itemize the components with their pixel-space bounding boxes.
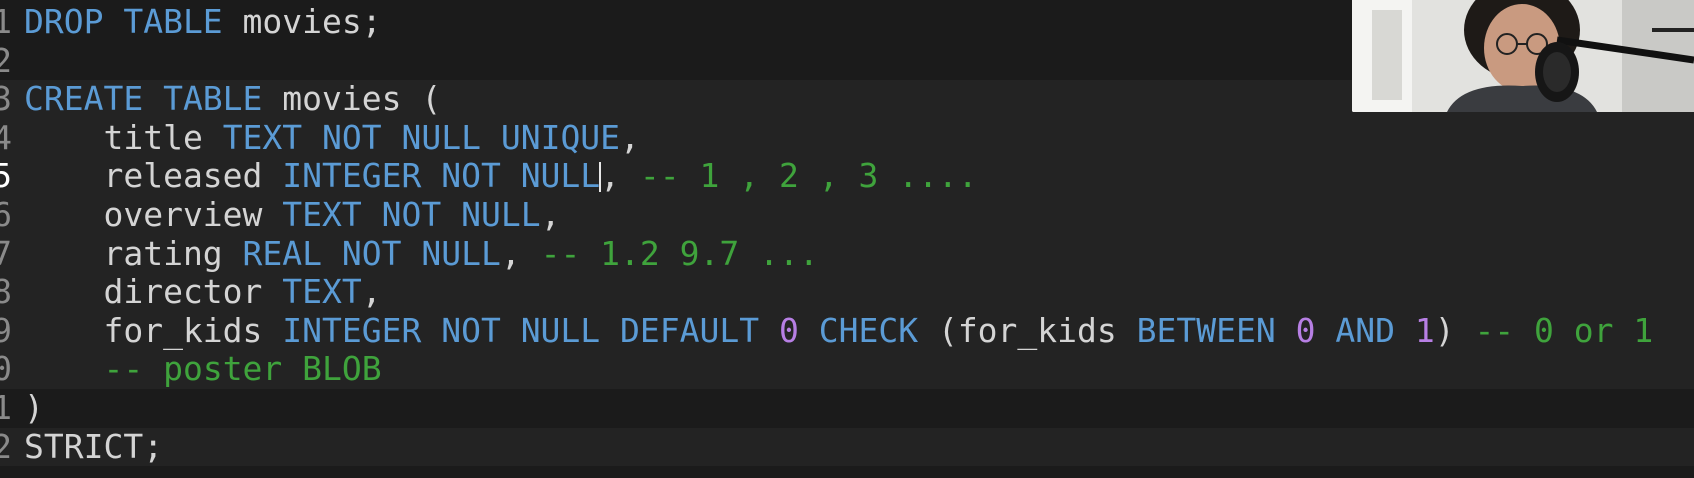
line-number: 5 xyxy=(0,156,12,196)
line-number: 7 xyxy=(0,233,12,273)
code-line[interactable]: 4 title TEXT NOT NULL UNIQUE, xyxy=(0,117,1694,158)
sql-text: overview xyxy=(24,195,283,234)
code-text: DROP TABLE movies; xyxy=(24,2,382,42)
sql-keyword: INTEGER NOT NULL DEFAULT xyxy=(282,310,760,350)
sql-text: director xyxy=(24,272,283,312)
code-line[interactable]: 1) xyxy=(0,388,1694,428)
line-number: 2 xyxy=(0,40,12,80)
code-text: -- poster BLOB xyxy=(24,349,382,389)
sql-keyword: TEXT NOT NULL UNIQUE xyxy=(222,117,621,157)
sql-comment: -- 0 or 1 xyxy=(1474,310,1654,350)
sql-text: movies; xyxy=(222,2,382,41)
sql-text: title xyxy=(24,117,223,157)
code-line[interactable]: 2 STRICT; xyxy=(0,426,1694,467)
sql-number: 1 xyxy=(1414,310,1435,350)
sql-text: , xyxy=(600,156,640,196)
sql-text: for_kids xyxy=(24,310,283,350)
line-number: 8 xyxy=(0,272,12,312)
sql-keyword: CHECK xyxy=(818,310,919,350)
code-text: overview TEXT NOT NULL, xyxy=(24,195,561,235)
code-line[interactable]: 7 rating REAL NOT NULL, -- 1.2 9.7 ... xyxy=(0,233,1694,274)
sql-text: rating xyxy=(24,233,243,273)
line-number: 6 xyxy=(0,195,12,234)
sql-text: released xyxy=(24,156,283,196)
sql-text: STRICT; xyxy=(24,426,164,466)
line-number: 4 xyxy=(0,117,12,157)
sql-comment: -- poster BLOB xyxy=(103,349,382,389)
sql-comment: -- 1.2 9.7 ... xyxy=(540,233,819,273)
sql-text: , xyxy=(361,272,382,312)
sql-text: , xyxy=(500,233,541,273)
sql-number: 0 xyxy=(1295,310,1316,350)
sql-text: movies ( xyxy=(262,79,442,119)
sql-keyword: CREATE TABLE xyxy=(24,79,263,119)
sql-text: (for_kids xyxy=(918,310,1137,350)
code-text: released INTEGER NOT NULL, -- 1 , 2 , 3 … xyxy=(24,156,978,196)
sql-number: 0 xyxy=(778,310,799,350)
code-text: rating REAL NOT NULL, -- 1.2 9.7 ... xyxy=(24,233,819,274)
sql-comment: -- 1 , 2 , 3 .... xyxy=(639,156,978,196)
line-number: 2 xyxy=(0,426,12,466)
code-line[interactable]: 9 for_kids INTEGER NOT NULL DEFAULT 0 CH… xyxy=(0,310,1694,351)
code-text: title TEXT NOT NULL UNIQUE, xyxy=(24,117,640,158)
code-line[interactable]: 0 -- poster BLOB xyxy=(0,350,1694,389)
sql-text: , xyxy=(620,117,640,157)
sql-keyword: AND xyxy=(1335,310,1395,350)
line-number: 0 xyxy=(0,349,12,389)
line-number: 1 xyxy=(0,388,12,427)
webcam-overlay xyxy=(1352,0,1694,112)
sql-keyword: INTEGER NOT NULL xyxy=(282,156,601,196)
sql-keyword: TEXT NOT NULL xyxy=(282,195,541,234)
code-line[interactable]: 5 released INTEGER NOT NULL, -- 1 , 2 , … xyxy=(0,157,1694,196)
sql-keyword: BETWEEN xyxy=(1136,310,1276,350)
sql-text: ) xyxy=(1434,310,1475,350)
sql-keyword: DROP TABLE xyxy=(24,2,223,41)
code-text: for_kids INTEGER NOT NULL DEFAULT 0 CHEC… xyxy=(24,310,1654,351)
sql-text: , xyxy=(540,195,561,234)
sql-keyword: REAL NOT NULL xyxy=(242,233,501,273)
line-number: 3 xyxy=(0,79,12,119)
code-text: CREATE TABLE movies ( xyxy=(24,79,442,119)
sql-keyword: TEXT xyxy=(282,272,362,312)
code-text: director TEXT, xyxy=(24,272,382,312)
code-line[interactable]: 6 overview TEXT NOT NULL, xyxy=(0,195,1694,235)
line-number: 9 xyxy=(0,310,12,350)
line-number: 1 xyxy=(0,2,12,41)
sql-text: ) xyxy=(24,388,44,427)
code-line[interactable]: 8 director TEXT, xyxy=(0,272,1694,312)
code-text: ) xyxy=(24,388,44,428)
code-text: STRICT; xyxy=(24,426,164,467)
webcam-person-icon xyxy=(1352,0,1694,112)
